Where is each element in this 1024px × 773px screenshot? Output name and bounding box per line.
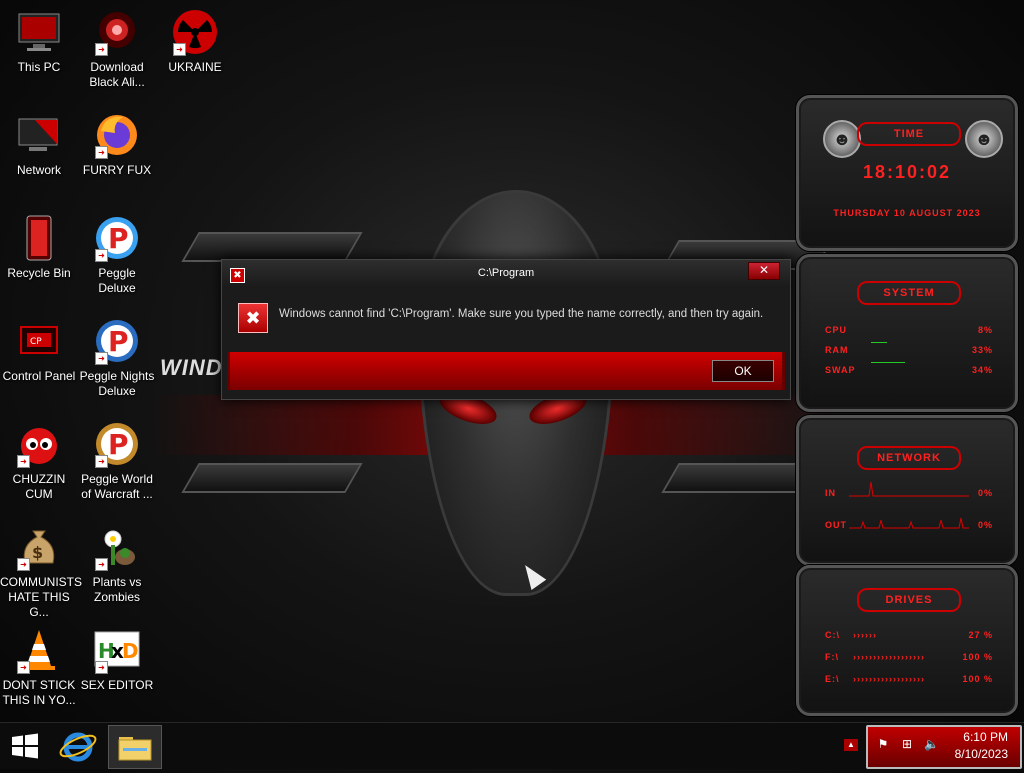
desktop-icon-peggle-deluxe[interactable]: P ➜ Peggle Deluxe — [78, 214, 156, 296]
svg-text:P: P — [108, 222, 129, 255]
gadget-title: SYSTEM — [857, 281, 961, 305]
drive-e-row: E:\ ›››››››››››››››››› 100 % — [825, 674, 993, 684]
desktop-icon-peggle-nights[interactable]: P ➜ Peggle Nights Deluxe — [78, 317, 156, 399]
gadget-clock-time: 18:10:02 — [862, 162, 952, 182]
shortcut-arrow-icon: ➜ — [95, 661, 108, 674]
alien-logo-icon: ☻ — [965, 120, 1003, 158]
start-button[interactable] — [8, 725, 42, 767]
folder-icon — [118, 737, 152, 761]
money-bag-icon: $ ➜ — [15, 523, 63, 571]
alien-download-icon: ➜ — [93, 8, 141, 56]
shortcut-arrow-icon: ➜ — [95, 43, 108, 56]
swap-usage-bar — [871, 362, 905, 363]
desktop-icon-dont-stick-this[interactable]: ➜ DONT STICK THIS IN YO... — [0, 626, 78, 708]
svg-text:CP: CP — [30, 337, 42, 347]
shortcut-arrow-icon: ➜ — [17, 558, 30, 571]
network-out-graph — [849, 517, 969, 529]
desktop-icon-furry-fux[interactable]: ➜ FURRY FUX — [78, 111, 156, 178]
dialog-title-bar[interactable]: ✖ C:\Program ✕ — [222, 260, 790, 288]
time-gadget[interactable]: ☻ ☻ TIME 18:10:02 THURSDAY 10 AUGUST 202… — [796, 95, 1018, 251]
svg-text:$: $ — [32, 543, 43, 562]
swap-row: SWAP 34% — [825, 365, 993, 375]
hxd-icon: HxD ➜ — [93, 626, 141, 674]
gadget-title: NETWORK — [857, 446, 961, 470]
dialog-title: C:\Program — [477, 267, 535, 279]
close-button[interactable]: ✕ — [748, 262, 780, 280]
svg-text:P: P — [108, 325, 129, 358]
shortcut-arrow-icon: ➜ — [95, 455, 108, 468]
desktop-icon-ukraine[interactable]: ➜ UKRAINE — [156, 8, 234, 75]
network-in-graph — [849, 481, 969, 497]
system-gadget[interactable]: SYSTEM CPU 8% RAM 33% SWAP 34% — [796, 254, 1018, 412]
wallpaper-bar — [181, 463, 363, 493]
clock-date: 8/10/2023 — [954, 747, 1008, 761]
volume-icon[interactable]: 🔈 — [924, 737, 939, 751]
file-explorer-taskbar-button[interactable] — [108, 725, 162, 769]
taskbar-clock[interactable]: 6:10 PM 8/10/2023 — [955, 729, 1008, 763]
wallpaper-bar — [181, 232, 363, 262]
desktop-icon-this-pc[interactable]: This PC — [0, 8, 78, 75]
ram-row: RAM 33% — [825, 345, 993, 355]
gadget-title: DRIVES — [857, 588, 961, 612]
shortcut-arrow-icon: ➜ — [17, 455, 30, 468]
desktop-icon-peggle-world-of-warcraft[interactable]: P ➜ Peggle World of Warcraft ... — [78, 420, 156, 502]
network-gadget[interactable]: NETWORK IN 0% OUT 0% — [796, 415, 1018, 566]
drives-gadget[interactable]: DRIVES C:\ ›››››› 27 % F:\ ››››››››››››››››… — [796, 565, 1018, 716]
internet-explorer-taskbar-button[interactable] — [56, 725, 100, 767]
error-dialog[interactable]: ✖ C:\Program ✕ ✖ Windows cannot find 'C:… — [221, 259, 791, 400]
ok-button[interactable]: OK — [712, 360, 774, 382]
error-icon: ✖ — [238, 303, 268, 333]
action-center-flag-icon[interactable]: ⚑ — [876, 737, 890, 751]
internet-explorer-icon — [59, 732, 97, 762]
taskbar: ▲ ⚑ ⊞ 🔈 6:10 PM 8/10/2023 — [0, 722, 1024, 769]
show-hidden-icons-button[interactable]: ▲ — [844, 739, 858, 751]
peggle-icon: P ➜ — [93, 214, 141, 262]
svg-text:D: D — [122, 639, 139, 663]
dialog-message: Windows cannot find 'C:\Program'. Make s… — [279, 308, 764, 320]
desktop-icon-control-panel[interactable]: CP Control Panel — [0, 317, 78, 384]
svg-text:P: P — [108, 428, 129, 461]
network-tray-icon[interactable]: ⊞ — [900, 737, 914, 751]
recycle-bin-icon — [15, 214, 63, 262]
radiation-icon: ➜ — [171, 8, 219, 56]
control-panel-icon: CP — [15, 317, 63, 365]
system-tray: ⚑ ⊞ 🔈 6:10 PM 8/10/2023 — [866, 725, 1022, 769]
alien-logo-icon: ☻ — [823, 120, 861, 158]
desktop-icon-sex-editor[interactable]: HxD ➜ SEX EDITOR — [78, 626, 156, 693]
this-pc-icon — [15, 8, 63, 56]
shortcut-arrow-icon: ➜ — [95, 352, 108, 365]
clock-time: 6:10 PM — [963, 730, 1008, 744]
desktop-icon-chuzzin-cum[interactable]: ➜ CHUZZIN CUM — [0, 420, 78, 502]
shortcut-arrow-icon: ➜ — [173, 43, 186, 56]
peggle-wow-icon: P ➜ — [93, 420, 141, 468]
gadget-title: TIME — [857, 122, 961, 146]
windows-logo-icon — [12, 733, 38, 759]
network-icon — [15, 111, 63, 159]
desktop-icon-network[interactable]: Network — [0, 111, 78, 178]
desktop-icon-plants-vs-zombies[interactable]: ➜ Plants vs Zombies — [78, 523, 156, 605]
dialog-button-bar: OK — [227, 352, 785, 390]
gadget-clock-date: THURSDAY 10 AUGUST 2023 — [833, 208, 981, 218]
desktop-icon-recycle-bin[interactable]: Recycle Bin — [0, 214, 78, 281]
shortcut-arrow-icon: ➜ — [95, 249, 108, 262]
vlc-cone-icon: ➜ — [15, 626, 63, 674]
shortcut-arrow-icon: ➜ — [17, 661, 30, 674]
firefox-icon: ➜ — [93, 111, 141, 159]
drive-f-row: F:\ ›››››››››››››››››› 100 % — [825, 652, 993, 662]
peggle-nights-icon: P ➜ — [93, 317, 141, 365]
shortcut-arrow-icon: ➜ — [95, 558, 108, 571]
ram-usage-bar — [871, 342, 887, 343]
desktop-icon-download-black-alien[interactable]: ➜ Download Black Ali... — [78, 8, 156, 90]
shortcut-arrow-icon: ➜ — [95, 146, 108, 159]
chuzzle-icon: ➜ — [15, 420, 63, 468]
drive-c-row: C:\ ›››››› 27 % — [825, 630, 993, 640]
desktop-icon-communists-hate-this[interactable]: $ ➜ COMMUNISTS HATE THIS G... — [0, 523, 82, 620]
plants-vs-zombies-icon: ➜ — [93, 523, 141, 571]
cpu-row: CPU 8% — [825, 325, 993, 335]
